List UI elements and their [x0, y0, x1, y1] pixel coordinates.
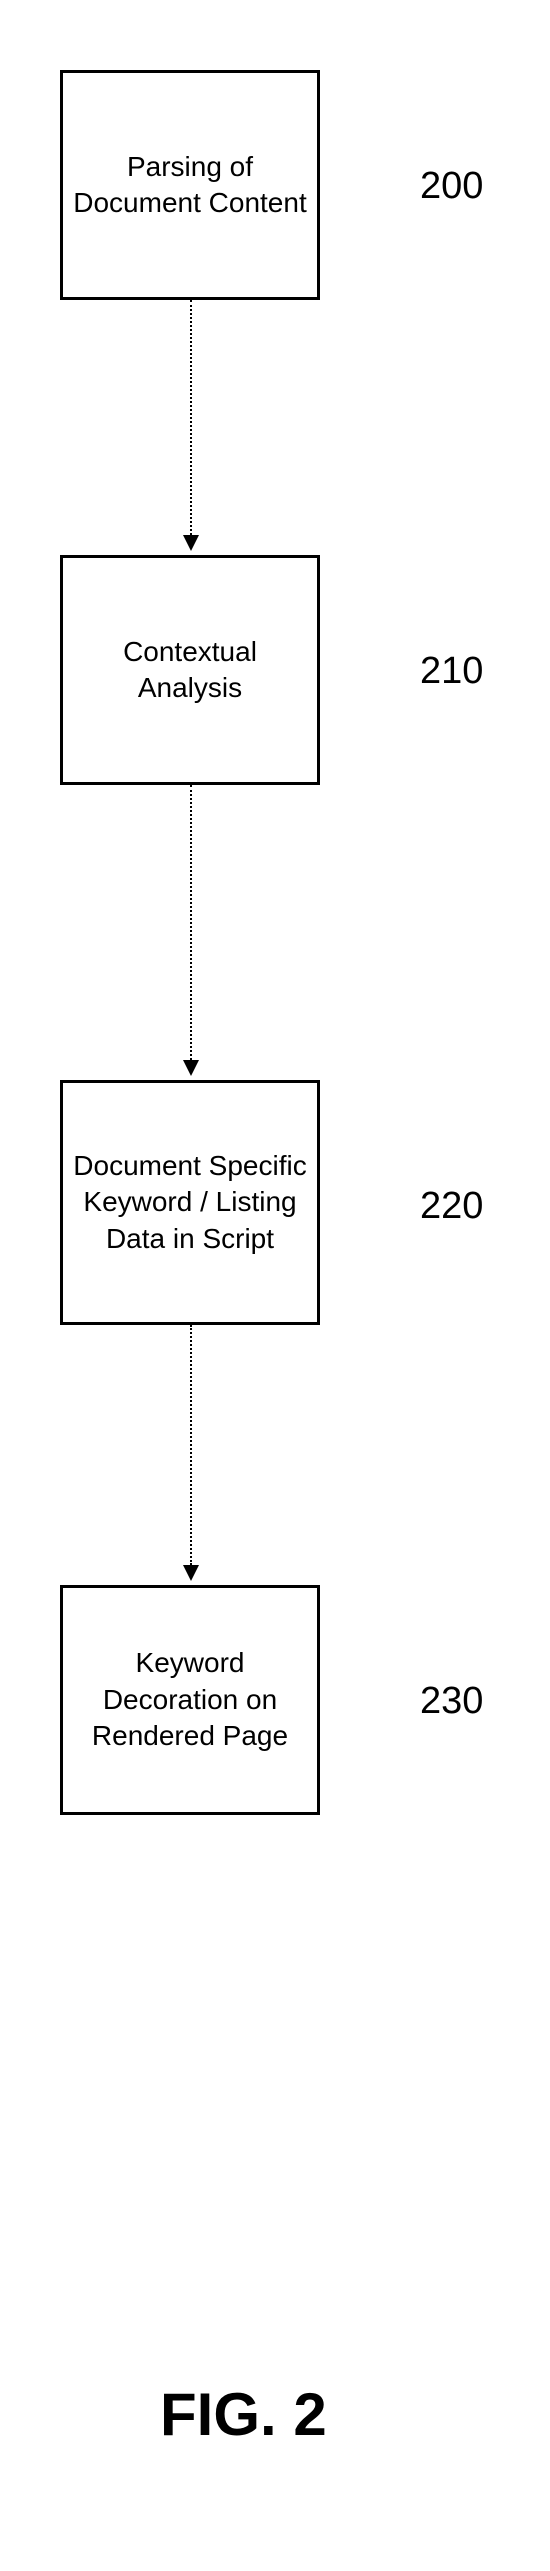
flow-node-210: Contextual Analysis	[60, 555, 320, 785]
arrow-head-210-220	[183, 1060, 199, 1076]
flow-node-200-label: Parsing of Document Content	[73, 149, 307, 222]
arrow-head-220-230	[183, 1565, 199, 1581]
flow-node-230: Keyword Decoration on Rendered Page	[60, 1585, 320, 1815]
arrow-220-230	[190, 1325, 192, 1565]
flow-node-220-label: Document Specific Keyword / Listing Data…	[73, 1148, 307, 1257]
flow-node-210-label: Contextual Analysis	[73, 634, 307, 707]
flow-node-220: Document Specific Keyword / Listing Data…	[60, 1080, 320, 1325]
ref-label-200: 200	[420, 165, 483, 208]
arrow-210-220	[190, 785, 192, 1060]
arrow-200-210	[190, 300, 192, 535]
flow-node-200: Parsing of Document Content	[60, 70, 320, 300]
ref-label-220: 220	[420, 1185, 483, 1228]
ref-label-230: 230	[420, 1680, 483, 1723]
figure-label: FIG. 2	[160, 2380, 327, 2449]
flow-node-230-label: Keyword Decoration on Rendered Page	[73, 1645, 307, 1754]
arrow-head-200-210	[183, 535, 199, 551]
ref-label-210: 210	[420, 650, 483, 693]
